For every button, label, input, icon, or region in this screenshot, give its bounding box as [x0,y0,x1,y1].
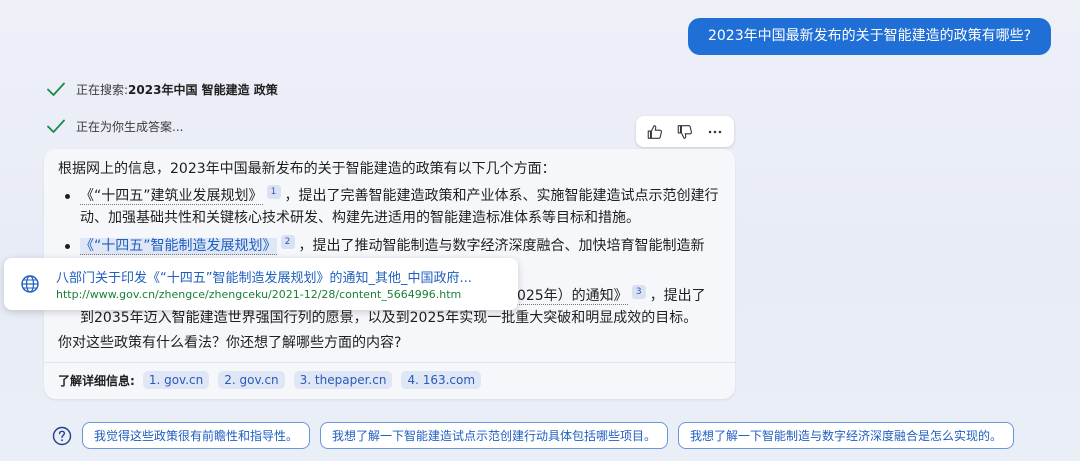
source-link[interactable]: 2. gov.cn [218,371,285,389]
tooltip-title-link[interactable]: 八部门关于印发《“十四五”智能制造发展规划》的通知_其他_中国政府... [56,267,472,286]
bullet-dot [65,194,70,199]
policy-title-link[interactable]: -2025年）的通知》 [503,288,628,305]
source-link[interactable]: 3. thepaper.cn [293,371,393,389]
policy-title-link[interactable]: 《“十四五”智能制造发展规划》 [80,238,277,255]
generating-status-text: 正在为你生成答案... [76,119,184,134]
follow-up-question: 你对这些政策有什么看法？你还想了解哪些方面的内容? [58,335,402,351]
help-question-icon[interactable] [52,426,72,446]
suggestion-button[interactable]: 我觉得这些政策很有前瞻性和指导性。 [82,422,311,449]
more-options-button[interactable] [702,119,728,145]
search-status-query: 2023年中国 智能建造 政策 [128,82,278,97]
suggestion-button[interactable]: 我想了解一下智能制造与数字经济深度融合是怎么实现的。 [678,422,1015,449]
user-message-bubble: 2023年中国最新发布的关于智能建造的政策有哪些? [688,18,1051,55]
list-item-text: 到2035年迈入智能建造世界强国行列的愿景，以及到2025年实现一批重大突破和明… [80,310,698,326]
suggestion-label: 我觉得这些政策很有前瞻性和指导性。 [94,429,299,443]
citation-tooltip[interactable]: 八部门关于印发《“十四五”智能制造发展规划》的通知_其他_中国政府... htt… [4,258,518,310]
citation-badge[interactable]: 1 [266,185,281,200]
suggested-replies: 我觉得这些政策很有前瞻性和指导性。 我想了解一下智能建造试点示范创建行动具体包括… [52,422,1024,449]
source-link[interactable]: 1. gov.cn [142,371,210,389]
bullet-dot [65,244,70,249]
answer-intro: 根据网上的信息，2023年中国最新发布的关于智能建造的政策有以下几个方面： [58,161,556,177]
divider [44,362,735,363]
thumbs-down-button[interactable] [672,119,698,145]
citation-badge[interactable]: 3 [631,285,646,300]
search-status-prefix: 正在搜索: [76,82,129,97]
generating-status: 正在为你生成答案... [46,116,183,136]
list-item-text: ，提出了推动智能制造与数字经济深度融合、加快培育智能制造新 [298,238,705,254]
policy-title-link[interactable]: 《“十四五”建筑业发展规划》 [80,188,263,205]
source-link[interactable]: 4. 163.com [401,371,482,389]
suggestion-button[interactable]: 我想了解一下智能建造试点示范创建行动具体包括哪些项目。 [320,422,669,449]
list-item-text: ，提出了 [649,288,706,304]
globe-icon [21,275,39,293]
suggestion-label: 我想了解一下智能制造与数字经济深度融合是怎么实现的。 [690,429,1003,443]
tooltip-url: http://www.gov.cn/zhengce/zhengceku/2021… [56,288,462,301]
feedback-toolbar [636,116,734,147]
list-item-continuation: 到2035年迈入智能建造世界强国行列的愿景，以及到2025年实现一批重大突破和明… [58,307,726,329]
user-message-text: 2023年中国最新发布的关于智能建造的政策有哪些? [707,28,1032,44]
suggestion-label: 我想了解一下智能建造试点示范创建行动具体包括哪些项目。 [332,429,657,443]
more-icon [708,130,722,133]
list-item: 《“十四五”建筑业发展规划》 1 ，提出了完善智能建造政策和产业体系、实施智能建造试… [58,185,726,229]
thumbs-up-button[interactable] [642,119,668,145]
learn-more-row: 了解详细信息: 1. gov.cn 2. gov.cn 3. thepaper.… [58,371,490,389]
citation-badge[interactable]: 2 [280,235,295,250]
search-status: 正在搜索: 2023年中国 智能建造 政策 [46,79,278,99]
thumbs-down-icon [677,124,692,139]
check-icon [47,82,65,96]
learn-more-label: 了解详细信息: [58,373,135,388]
list-item: 《“十四五”智能制造发展规划》 2 ，提出了推动智能制造与数字经济深度融合、加快培育… [58,235,726,257]
thumbs-up-icon [647,124,662,139]
check-icon [47,119,65,133]
